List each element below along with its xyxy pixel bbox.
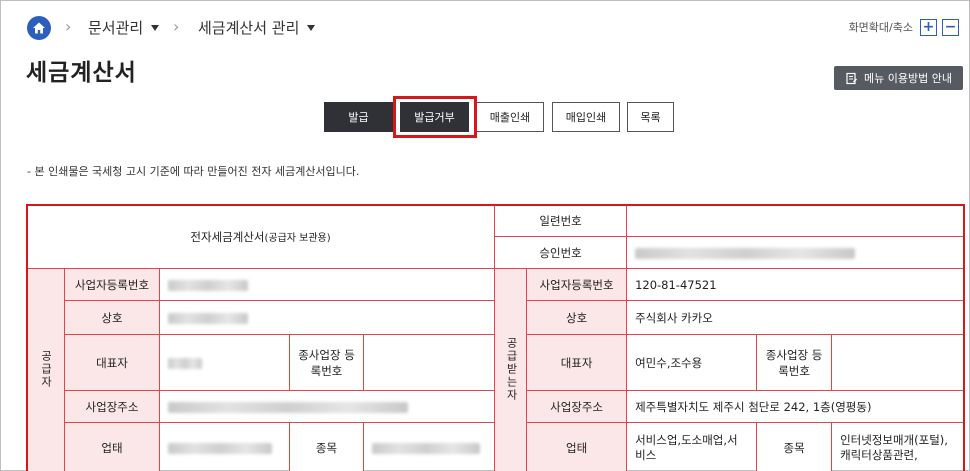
breadcrumb-tax-invoice-management[interactable]: 세금계산서 관리 — [198, 18, 316, 38]
blurred-value — [168, 442, 272, 454]
breadcrumb-label: 문서관리 — [88, 19, 144, 37]
invoice-title-sub: (공급자 보관용) — [264, 232, 331, 244]
supplier-item-label: 종목 — [289, 422, 364, 471]
blurred-value — [168, 357, 202, 369]
receiver-address-label: 사업장주소 — [526, 390, 628, 423]
receiver-type-label: 업태 — [526, 422, 628, 471]
supplier-item-value — [362, 422, 496, 471]
receiver-branch-label: 종사업장 등록번호 — [756, 334, 833, 391]
supplier-type-label: 업태 — [64, 422, 160, 471]
issue-button[interactable]: 발급 — [324, 102, 393, 132]
supplier-address-value — [158, 390, 496, 423]
caret-down-icon — [151, 25, 160, 31]
supplier-branch-label: 종사업장 등록번호 — [289, 334, 364, 391]
caret-down-icon — [307, 25, 316, 31]
list-button[interactable]: 목록 — [627, 102, 674, 132]
zoom-out-button[interactable]: − — [942, 19, 959, 36]
sales-print-button[interactable]: 매출인쇄 — [476, 102, 544, 132]
highlight-box — [393, 96, 477, 138]
supplier-branch-value — [362, 334, 496, 391]
chevron-right-icon: › — [173, 17, 180, 36]
menu-guide-button[interactable]: 메뉴 이용방법 안내 — [834, 66, 963, 90]
invoice-title: 전자세금계산서(공급자 보관용) — [25, 204, 496, 269]
supplier-section-label: 공급자 — [26, 268, 65, 471]
receiver-address-value: 제주특별자치도 제주시 첨단로 242, 1층(영평동) — [626, 390, 966, 423]
receiver-label: 공급받는자 — [505, 336, 519, 402]
supplier-reg-no-label: 사업자등록번호 — [64, 268, 160, 301]
supplier-name-label: 상호 — [64, 300, 160, 335]
supplier-name-value — [158, 300, 496, 335]
top-navigation: › 문서관리 › 세금계산서 관리 화면확대/축소 + − — [1, 1, 969, 57]
supplier-address-label: 사업장주소 — [64, 390, 160, 423]
page-title: 세금계산서 — [26, 60, 137, 86]
receiver-item-value: 인터넷정보매개(포털),캐릭터상품관련, — [831, 422, 966, 471]
blurred-value — [372, 442, 480, 454]
guide-icon — [846, 72, 858, 84]
serial-number-label: 일련번호 — [494, 204, 628, 237]
approval-number-label: 승인번호 — [494, 236, 628, 269]
home-icon[interactable] — [27, 16, 51, 40]
receiver-section-label: 공급받는자 — [494, 268, 528, 471]
blurred-value — [635, 247, 856, 259]
menu-guide-label: 메뉴 이용방법 안내 — [864, 72, 952, 85]
chevron-right-icon: › — [65, 17, 72, 36]
receiver-ceo-value: 여민수,조수용 — [626, 334, 758, 391]
supplier-type-value — [159, 422, 290, 471]
receiver-item-label: 종목 — [756, 422, 833, 471]
receiver-reg-no-label: 사업자등록번호 — [526, 268, 628, 301]
zoom-in-button[interactable]: + — [920, 19, 937, 36]
serial-number-value — [626, 204, 966, 237]
supplier-reg-no-value — [158, 268, 496, 301]
receiver-type-value: 서비스업,도소매업,서비스 — [626, 422, 758, 471]
approval-number-value — [626, 236, 966, 269]
receiver-reg-no-value: 120-81-47521 — [626, 268, 966, 301]
supplier-ceo-value — [159, 334, 290, 391]
receiver-name-label: 상호 — [526, 300, 628, 335]
invoice-title-main: 전자세금계산서 — [190, 229, 265, 244]
print-notice: - 본 인쇄물은 국세청 고시 기준에 따라 만들어진 전자 세금계산서입니다. — [27, 165, 360, 178]
blurred-value — [168, 401, 408, 413]
breadcrumb-document-management[interactable]: 문서관리 — [88, 18, 160, 38]
supplier-label: 공급자 — [39, 349, 53, 389]
receiver-branch-value — [831, 334, 966, 391]
receiver-ceo-label: 대표자 — [526, 334, 628, 391]
breadcrumb-label: 세금계산서 관리 — [198, 19, 300, 37]
blurred-value — [168, 279, 248, 291]
receiver-name-value: 주식회사 카카오 — [626, 300, 966, 335]
zoom-label: 화면확대/축소 — [848, 21, 913, 34]
supplier-ceo-label: 대표자 — [64, 334, 160, 391]
purchase-print-button[interactable]: 매입인쇄 — [552, 102, 620, 132]
blurred-value — [168, 312, 248, 324]
tax-invoice-table: 전자세금계산서(공급자 보관용) 일련번호 승인번호 공급자 사업자등록번호 공… — [25, 204, 966, 471]
